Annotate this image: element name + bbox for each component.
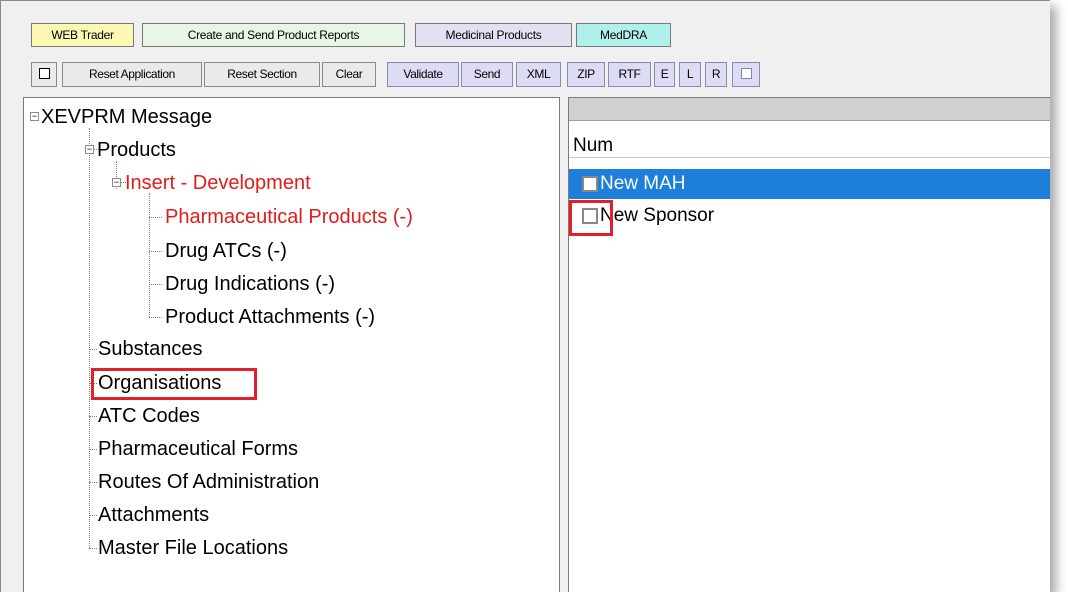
tree-node-insert-development[interactable]: Insert - Development [125,171,311,195]
tree-connector [149,217,162,218]
tree-node-xevprm-message[interactable]: XEVPRM Message [41,105,212,129]
tree-connector [89,482,97,483]
reset-section-button[interactable]: Reset Section [204,62,320,87]
tree-connector [89,128,90,548]
list-row-new-sponsor[interactable]: New Sponsor [569,201,1050,231]
column-header-num[interactable]: Num [569,134,1050,158]
zip-button[interactable]: ZIP [567,62,605,87]
tree-connector [149,193,150,317]
tree-node-drug-atcs[interactable]: Drug ATCs (-) [165,239,287,263]
tree-node-pharmaceutical-forms[interactable]: Pharmaceutical Forms [98,437,298,461]
organisations-list-panel: Num New MAH New Sponsor [568,97,1050,592]
collapse-icon[interactable]: − [112,178,121,187]
tree-connector [149,317,162,318]
tree-connector [89,449,97,450]
tree-node-attachments[interactable]: Attachments [98,503,209,527]
reset-application-button[interactable]: Reset Application [62,62,202,87]
organisations-highlight-box [91,368,257,400]
tree-connector [149,284,162,285]
tree-node-routes-of-administration[interactable]: Routes Of Administration [98,470,319,494]
list-row-new-mah[interactable]: New MAH [569,169,1050,199]
checkbox-highlight-box [569,200,613,236]
e-button[interactable]: E [654,62,675,87]
square-icon [740,68,752,80]
l-button[interactable]: L [679,62,701,87]
tab-web-trader[interactable]: WEB Trader [31,23,134,47]
checkbox-toggle-button[interactable] [31,62,57,87]
tree-node-pharmaceutical-products[interactable]: Pharmaceutical Products (-) [165,205,413,229]
tree-node-drug-indications[interactable]: Drug Indications (-) [165,272,335,296]
tree-view: − − − XEVPRM Message Products Insert - D… [23,97,560,592]
tree-node-products[interactable]: Products [97,138,176,162]
xml-button[interactable]: XML [516,62,561,87]
row-label: New MAH [600,173,686,194]
collapse-icon[interactable]: − [30,112,39,121]
tab-meddra[interactable]: MedDRA [576,23,671,47]
tree-node-atc-codes[interactable]: ATC Codes [98,404,200,428]
tree-node-substances[interactable]: Substances [98,337,203,361]
tree-connector [89,349,97,350]
row-label: New Sponsor [600,205,715,226]
send-button[interactable]: Send [461,62,513,87]
clear-button[interactable]: Clear [322,62,376,87]
tree-connector [89,548,97,549]
tree-connector [89,515,97,516]
collapse-icon[interactable]: − [85,145,94,154]
tab-create-send-product-reports[interactable]: Create and Send Product Reports [142,23,405,47]
tree-node-product-attachments[interactable]: Product Attachments (-) [165,305,375,329]
tab-medicinal-products[interactable]: Medicinal Products [415,23,572,47]
square-icon [38,68,50,80]
rtf-button[interactable]: RTF [608,62,651,87]
validate-button[interactable]: Validate [387,62,459,87]
blank-square-button[interactable] [732,62,760,87]
application-window: WEB Trader Create and Send Product Repor… [0,0,1050,592]
tree-node-master-file-locations[interactable]: Master File Locations [98,536,288,560]
panel-title-bar [569,98,1050,121]
r-button[interactable]: R [705,62,727,87]
row-checkbox[interactable] [582,176,598,192]
tree-connector [89,416,97,417]
tree-connector [149,251,162,252]
